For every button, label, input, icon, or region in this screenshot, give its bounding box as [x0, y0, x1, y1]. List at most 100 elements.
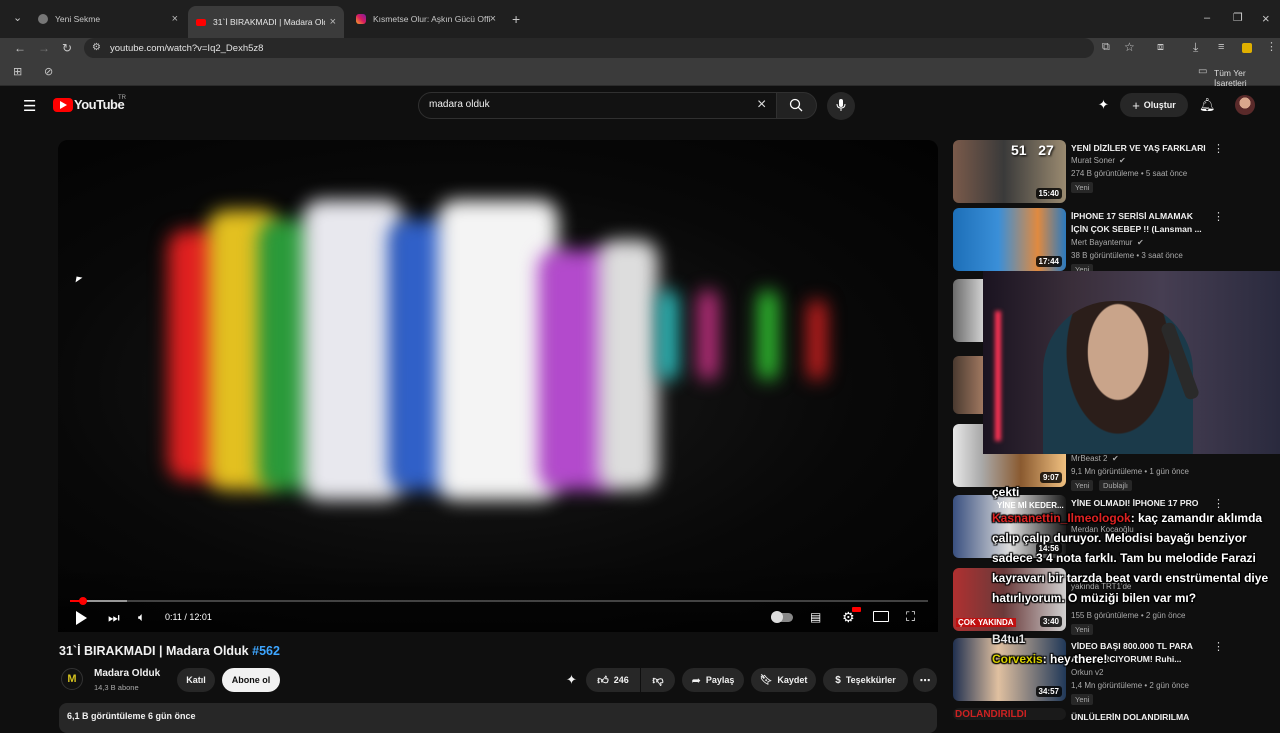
neon-light [995, 311, 1001, 441]
save-button[interactable]: 🔖︎ Kaydet [751, 668, 816, 692]
channel-name[interactable]: Mert Bayantemur [1071, 238, 1132, 247]
create-label: Oluştur [1143, 100, 1176, 110]
duration-badge: 3:40 [1039, 616, 1062, 627]
video-meta: 274 B görüntüleme • 5 saat önce [1071, 169, 1188, 178]
tab-search-icon[interactable]: ⌄ [13, 13, 22, 24]
volume-icon[interactable]: 🔈︎ [138, 611, 145, 623]
ask-ai-spark-icon[interactable]: ✦ [566, 672, 577, 688]
reload-icon[interactable]: ↻ [62, 42, 72, 54]
chrome-menu-icon[interactable]: ⋮ [1266, 42, 1277, 53]
close-window-icon[interactable]: × [1262, 12, 1270, 25]
video-meta: 9,1 Mn görüntüleme • 1 gün önce [1071, 467, 1189, 476]
recommendation-item[interactable]: 51 27 15:40 YENİ DİZİLER VE YAŞ FARKLARI… [953, 140, 1273, 206]
restore-window-icon[interactable]: ❐ [1233, 13, 1243, 24]
clear-search-icon[interactable]: × [757, 96, 766, 114]
chat-text: : hey there! [1042, 652, 1108, 666]
video-meta: 155 B görüntüleme • 2 gün önce [1071, 611, 1186, 620]
gemini-spark-icon[interactable]: ✦ [1098, 97, 1109, 113]
notifications-bell-icon[interactable]: 🔔︎ [1199, 97, 1216, 113]
like-button[interactable]: 👍︎ 246 [586, 668, 640, 692]
bookmark-site-icon[interactable]: ⊘ [44, 67, 53, 78]
video-title[interactable]: ÜNLÜLERİN DOLANDIRILMA [1071, 711, 1211, 720]
new-tab-plus-icon[interactable]: + [512, 12, 520, 26]
tab-youtube-video[interactable]: 31`İ BIRAKMADI | Madara Olduk × [188, 6, 344, 38]
apps-grid-icon[interactable]: ⊞ [13, 67, 22, 78]
tab-instagram[interactable]: Kısmetse Olur: Aşkın Gücü Offi × [348, 6, 504, 32]
glitch-blur [808, 300, 826, 380]
video-thumbnail[interactable] [953, 356, 983, 414]
avatar[interactable] [1235, 95, 1255, 115]
minimize-window-icon[interactable]: – [1204, 13, 1210, 24]
site-info-icon[interactable]: ⚙ [92, 43, 101, 53]
thanks-button[interactable]: $ Teşekkürler [823, 668, 908, 692]
install-app-icon[interactable]: ⧉ [1102, 42, 1110, 53]
video-player[interactable] [58, 140, 938, 632]
channel-name[interactable]: Murat Soner [1071, 156, 1115, 165]
chat-text: : kaç zamandır aklımda çalıp çalıp duruy… [992, 511, 1269, 605]
new-badge: Yeni [1071, 182, 1094, 193]
channel-avatar[interactable]: M [61, 668, 83, 690]
play-icon[interactable] [76, 611, 87, 625]
instagram-favicon-icon [356, 14, 366, 24]
next-video-icon[interactable]: ⏭︎ [108, 611, 120, 624]
video-thumbnail[interactable] [953, 279, 983, 342]
video-meta: 1,4 Mn görüntüleme • 2 gün önce [1071, 681, 1189, 690]
verified-icon: ✔ [1119, 156, 1126, 165]
share-button[interactable]: ➦ Paylaş [682, 668, 744, 692]
subtitles-icon[interactable]: ▤ [810, 611, 821, 623]
create-button[interactable]: + Oluştur [1120, 93, 1188, 117]
country-code: TR [118, 95, 126, 101]
close-tab-icon[interactable]: × [172, 13, 178, 25]
video-thumbnail[interactable]: 51 27 15:40 [953, 140, 1066, 203]
chat-message: Kasnanettin_Ilmeologok: kaç zamandır akl… [992, 508, 1277, 608]
recommendation-item[interactable]: DOLANDIRILDI ÜNLÜLERİN DOLANDIRILMA [953, 708, 1273, 720]
extension-badge-icon[interactable] [1242, 43, 1252, 53]
progress-bar[interactable] [70, 600, 928, 602]
settings-gear-icon[interactable]: ⚙ [842, 610, 855, 624]
join-label: Katıl [186, 675, 206, 685]
thanks-label: Teşekkürler [845, 675, 896, 685]
channel-name[interactable]: Madara Olduk [94, 668, 160, 679]
video-meta: 38 B görüntüleme • 3 saat önce [1071, 251, 1183, 260]
media-control-icon[interactable]: ≡ [1218, 42, 1224, 53]
close-tab-icon[interactable]: × [330, 16, 336, 28]
tab-title: Kısmetse Olur: Aşkın Gücü Offi [373, 14, 491, 24]
fullscreen-icon[interactable]: ⛶ [906, 610, 915, 623]
close-tab-icon[interactable]: × [490, 13, 496, 25]
video-hashtag[interactable]: #562 [252, 644, 280, 658]
video-thumbnail[interactable]: DOLANDIRILDI [953, 708, 1066, 720]
chat-username: Kasnanettin_Ilmeologok [992, 511, 1131, 525]
channel-name[interactable]: Orkun v2 [1071, 668, 1103, 677]
hamburger-menu-icon[interactable]: ☰ [23, 97, 36, 115]
more-dots-icon: ⋯ [919, 674, 931, 687]
search-icon [789, 98, 803, 112]
url-text[interactable]: youtube.com/watch?v=Iq2_Dexh5z8 [110, 43, 263, 54]
recommendation-item[interactable]: 17:44 İPHONE 17 SERİSİ ALMAMAK İÇİN ÇOK … [953, 208, 1273, 275]
youtube-favicon-icon [196, 18, 206, 26]
extensions-icon[interactable]: ⧈ [1157, 42, 1164, 53]
more-options-icon[interactable]: ⋮ [1213, 142, 1224, 155]
video-title[interactable]: İPHONE 17 SERİSİ ALMAMAK İÇİN ÇOK SEBEP … [1071, 210, 1211, 236]
all-bookmarks-label[interactable]: Tüm Yer İşaretleri [1214, 68, 1280, 88]
join-button[interactable]: Katıl [177, 668, 215, 692]
bookmark-star-icon[interactable]: ☆ [1124, 41, 1135, 53]
subscribe-button[interactable]: Abone ol [222, 668, 280, 692]
youtube-logo-text[interactable]: YouTube [74, 97, 125, 112]
search-query-text[interactable]: madara olduk [429, 99, 490, 110]
more-actions-button[interactable]: ⋯ [913, 668, 937, 692]
theater-mode-icon[interactable] [873, 611, 889, 622]
description-box[interactable]: 6,1 B görüntüleme 6 gün önce [59, 703, 937, 733]
youtube-logo-play-icon [60, 101, 67, 109]
video-title[interactable]: YENİ DİZİLER VE YAŞ FARKLARI [1071, 142, 1211, 155]
tab-new-tab[interactable]: Yeni Sekme × [30, 6, 186, 32]
back-arrow-icon[interactable]: ← [14, 42, 26, 54]
glitch-blur [758, 290, 778, 380]
chat-username: Corvexis [992, 652, 1043, 666]
more-options-icon[interactable]: ⋮ [1213, 210, 1224, 223]
dislike-button[interactable]: 👎︎ [641, 668, 675, 692]
download-icon[interactable]: ⤓ [1193, 41, 1198, 53]
forward-arrow-icon[interactable]: → [38, 42, 50, 54]
video-thumbnail[interactable]: 17:44 [953, 208, 1066, 271]
chrome-icon [38, 14, 48, 24]
channel-name[interactable]: MrBeast 2 [1071, 454, 1107, 463]
